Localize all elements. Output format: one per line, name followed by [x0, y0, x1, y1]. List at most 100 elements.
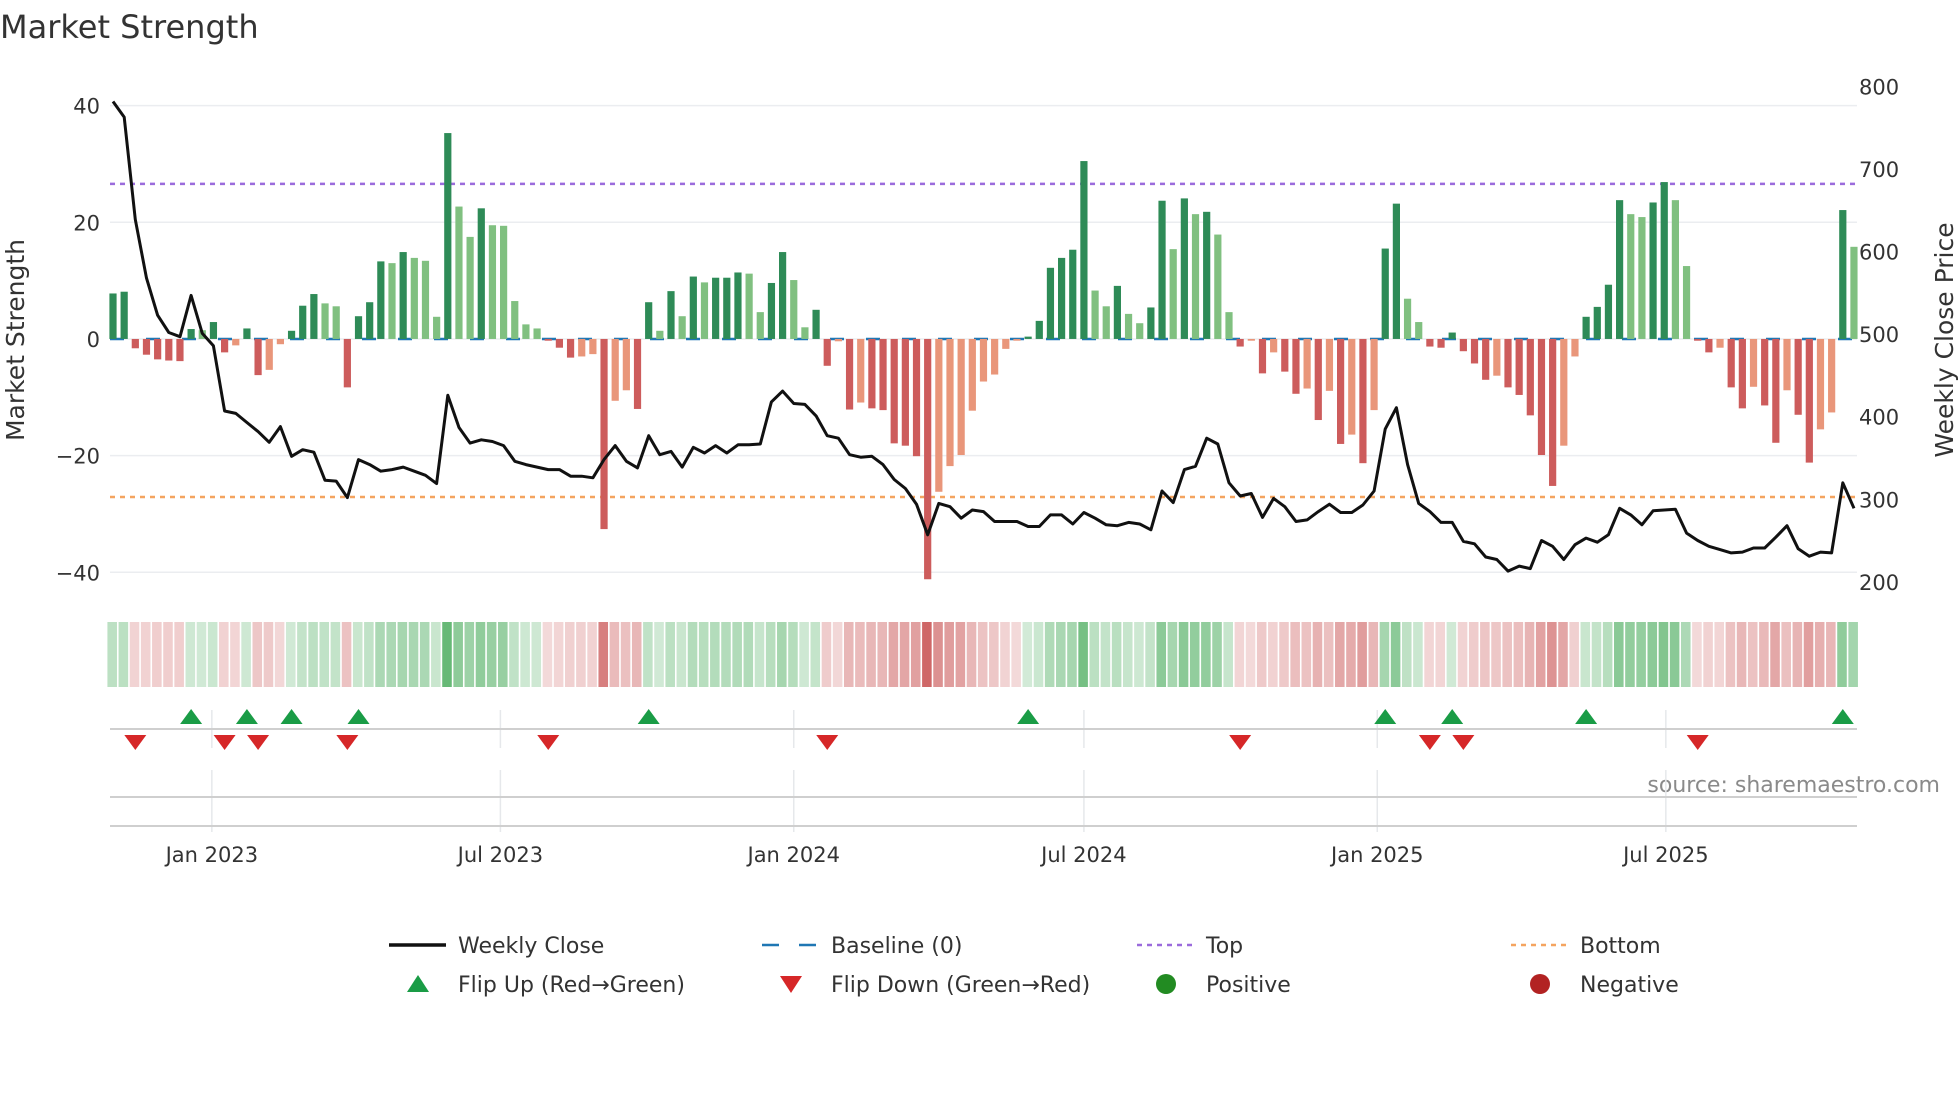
strength-bar [611, 338, 619, 401]
y2-tick-label: 800 [1859, 76, 1899, 100]
strength-strip-cell [1680, 622, 1691, 687]
strength-bar [689, 276, 697, 339]
strength-bar [901, 338, 909, 446]
strength-bar [154, 338, 162, 360]
strength-bar [1415, 322, 1423, 339]
strength-strip-cell [821, 622, 832, 687]
strength-strip-cell [319, 622, 330, 687]
strength-strip-cell [1279, 622, 1289, 687]
strength-bar [1024, 336, 1032, 339]
strength-strip-cell [285, 622, 296, 687]
strength-strip-cell [1569, 622, 1579, 687]
strength-bar [377, 261, 385, 339]
strength-bar [555, 338, 563, 348]
strength-bar [1805, 338, 1813, 463]
strength-strip-cell [721, 622, 731, 687]
strength-bar [1426, 338, 1434, 347]
legend-top-label: Top [1205, 934, 1243, 959]
strength-bar [388, 263, 396, 339]
flip-down-marker [124, 735, 147, 750]
strength-strip-cell [777, 622, 787, 687]
strength-strip-cell [1736, 622, 1747, 687]
legend-baseline-label: Baseline (0) [831, 934, 962, 959]
strength-strip-cell [1468, 622, 1479, 687]
strength-strip-cell [1000, 622, 1010, 687]
strength-bar [1537, 338, 1546, 456]
strength-bar [1258, 338, 1267, 374]
x-tick-label: Jul 2023 [456, 843, 543, 867]
strength-strip-cell [698, 622, 709, 687]
legend: Weekly Close Baseline (0) Top Bottom Flip Up… [389, 934, 1679, 998]
strength-bar [1671, 200, 1679, 339]
strength-strip-cell [1011, 622, 1021, 687]
strength-bar [1102, 306, 1110, 339]
strength-strip-cell [1658, 622, 1669, 687]
strength-strip-cell [330, 622, 341, 687]
strength-bar [857, 338, 865, 403]
strength-strip-cell [1625, 622, 1635, 687]
strength-strip-cell [1457, 622, 1468, 687]
strength-strip-cell [152, 622, 162, 687]
strength-strip-cell [185, 622, 196, 687]
y2-tick-label: 500 [1859, 323, 1899, 347]
strength-strip-cell [1268, 622, 1278, 687]
strength-bar [1270, 338, 1278, 353]
strength-strip-cell [230, 622, 240, 687]
strength-strip-cell [375, 622, 385, 687]
strength-bar [142, 338, 151, 355]
y2-tick-label: 400 [1859, 406, 1899, 430]
strength-strip-cell [1502, 622, 1512, 687]
strength-bar [1236, 338, 1244, 347]
legend-negative-label: Negative [1580, 973, 1679, 998]
strength-strip-cell [498, 622, 508, 687]
strength-strip-cell [1524, 622, 1535, 687]
flip-down-marker [1229, 735, 1252, 750]
strength-strip-cell [207, 622, 218, 687]
strength-bar [924, 338, 932, 580]
strength-strip-cell [877, 622, 888, 687]
strength-bar [1225, 312, 1233, 339]
strength-strip-cell [442, 622, 452, 687]
strength-bar [1738, 338, 1746, 409]
strength-strip-cell [1703, 622, 1713, 687]
strength-bar [578, 338, 586, 357]
strength-strip-cell [1636, 622, 1646, 687]
strength-bar [254, 338, 262, 376]
flip-up-marker [347, 709, 370, 724]
strength-strip-cell [252, 622, 263, 687]
strength-bar [109, 293, 117, 339]
strength-strip-cell [1022, 622, 1033, 687]
strength-strip-cell [129, 622, 140, 687]
flip-up-marker [1017, 709, 1040, 724]
x-tick-label: Jan 2024 [746, 843, 841, 867]
strength-bar [477, 208, 485, 339]
strength-strip-cell [1725, 622, 1736, 687]
strength-strip-cell [419, 622, 430, 687]
strength-strip-cell [118, 622, 129, 687]
strength-strip-cell [1056, 622, 1066, 687]
strength-bar [879, 338, 887, 411]
strength-bar [176, 338, 184, 362]
strength-bar [1772, 338, 1780, 443]
strength-bar [1113, 285, 1121, 339]
strength-bar [1582, 316, 1590, 339]
flip-down-marker [336, 735, 359, 750]
strength-bar [566, 338, 575, 358]
strength-bar [1816, 338, 1825, 430]
strength-bar [767, 282, 776, 339]
strength-strip-cell [297, 622, 307, 687]
legend-bottom-label: Bottom [1580, 934, 1661, 959]
strength-strip-cell [1134, 622, 1144, 687]
strength-strip-cell [754, 622, 765, 687]
strength-bar [410, 257, 418, 339]
strength-bar [633, 338, 642, 409]
strength-strip-cell [1346, 622, 1356, 687]
strength-strip-cell [743, 622, 754, 687]
strength-bar [1604, 284, 1613, 339]
strength-bar [1493, 338, 1501, 376]
strength-strip-cell [1290, 622, 1300, 687]
strength-bar [1459, 338, 1467, 352]
strength-strip-cell [1234, 622, 1245, 687]
strength-bar [1437, 338, 1445, 348]
strength-bar [1448, 332, 1456, 339]
